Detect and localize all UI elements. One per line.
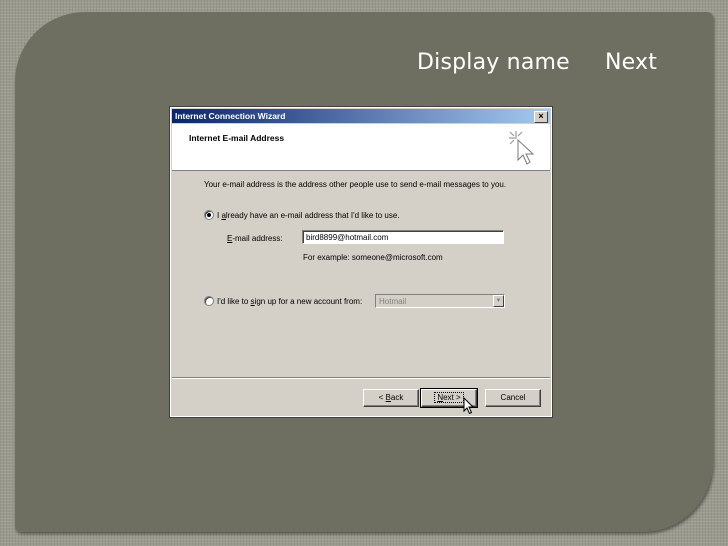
label-part: < xyxy=(378,393,386,402)
slide-label-display-name: Display name xyxy=(417,50,570,75)
email-field[interactable]: bird8899@hotmail.com xyxy=(302,230,504,244)
email-example-hint: For example: someone@microsoft.com xyxy=(303,253,443,262)
dialog-title: Internet Connection Wizard xyxy=(175,111,286,121)
back-button[interactable]: < Back xyxy=(363,389,419,407)
close-button[interactable]: × xyxy=(534,111,548,123)
label-part: -mail address: xyxy=(232,234,283,243)
label-part: I'd like to xyxy=(217,297,251,306)
cancel-button[interactable]: Cancel xyxy=(485,389,541,407)
radio-existing-address[interactable] xyxy=(204,210,214,220)
label-part: ack xyxy=(390,393,404,402)
page-title: Internet E-mail Address xyxy=(189,133,285,143)
radio-new-account-label[interactable]: I'd like to sign up for a new account fr… xyxy=(217,297,362,306)
intro-text: Your e-mail address is the address other… xyxy=(204,180,507,189)
internet-connection-wizard-dialog: Internet Connection Wizard × Internet E-… xyxy=(169,106,553,418)
cursor-sparkle-icon xyxy=(509,131,535,165)
email-field-label: E-mail address: xyxy=(227,234,283,243)
dialog-titlebar: Internet Connection Wizard × xyxy=(172,109,550,123)
provider-select[interactable]: Hotmail ▼ xyxy=(375,294,505,308)
label-part: lready have an e-mail address that I'd l… xyxy=(225,211,400,220)
next-button-focus: Next > xyxy=(434,392,464,403)
radio-new-account[interactable] xyxy=(204,296,214,306)
radio-existing-label[interactable]: I already have an e-mail address that I'… xyxy=(217,211,400,220)
button-divider xyxy=(172,377,550,379)
label-part: ign up for a new account from: xyxy=(254,297,363,306)
slide-label-next: Next xyxy=(605,50,658,75)
wizard-header: Internet E-mail Address xyxy=(172,124,550,171)
provider-select-value: Hotmail xyxy=(379,297,407,306)
mouse-pointer-icon xyxy=(463,397,475,415)
chevron-down-icon[interactable]: ▼ xyxy=(493,295,504,307)
label-part: ext > xyxy=(443,393,461,402)
